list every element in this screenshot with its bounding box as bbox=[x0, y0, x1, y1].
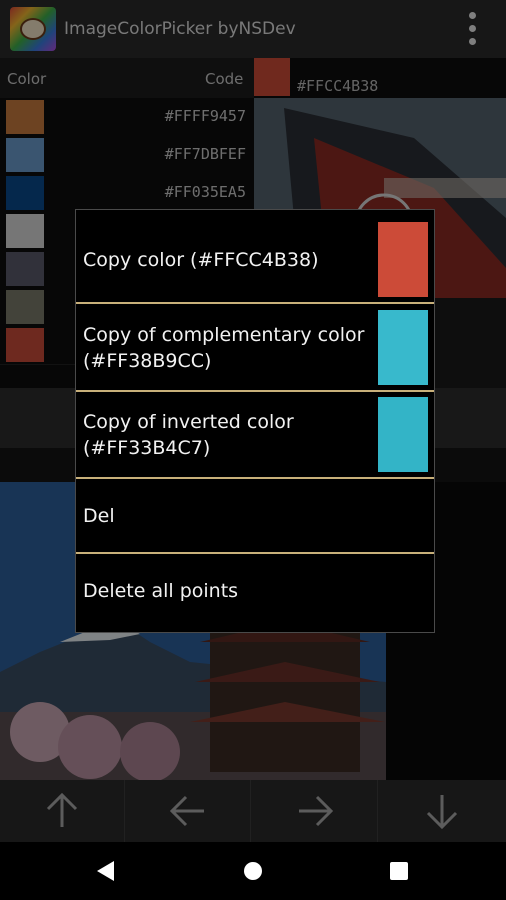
delete-all-points-item[interactable]: Delete all points bbox=[76, 554, 434, 632]
copy-inverted-label: Copy of inverted color (#FF33B4C7) bbox=[83, 411, 294, 459]
copy-color-swatch bbox=[378, 222, 428, 297]
copy-color-item[interactable]: Copy color (#FFCC4B38) bbox=[76, 210, 434, 302]
copy-inverted-item[interactable]: Copy of inverted color (#FF33B4C7) bbox=[76, 392, 434, 477]
copy-complementary-swatch bbox=[378, 310, 428, 385]
delete-all-points-label: Delete all points bbox=[83, 580, 239, 602]
back-icon[interactable] bbox=[96, 860, 116, 882]
copy-inverted-swatch bbox=[378, 397, 428, 472]
copy-color-label: Copy color (#FFCC4B38) bbox=[83, 249, 319, 271]
system-nav-bar bbox=[0, 842, 506, 900]
recents-icon[interactable] bbox=[390, 862, 408, 880]
context-menu-dialog: Copy color (#FFCC4B38) Copy of complemen… bbox=[75, 209, 435, 633]
delete-point-label: Del bbox=[83, 505, 115, 527]
copy-complementary-item[interactable]: Copy of complementary color (#FF38B9CC) bbox=[76, 304, 434, 390]
delete-point-item[interactable]: Del bbox=[76, 479, 434, 552]
home-icon[interactable] bbox=[243, 861, 263, 881]
copy-complementary-label: Copy of complementary color (#FF38B9CC) bbox=[83, 324, 365, 372]
